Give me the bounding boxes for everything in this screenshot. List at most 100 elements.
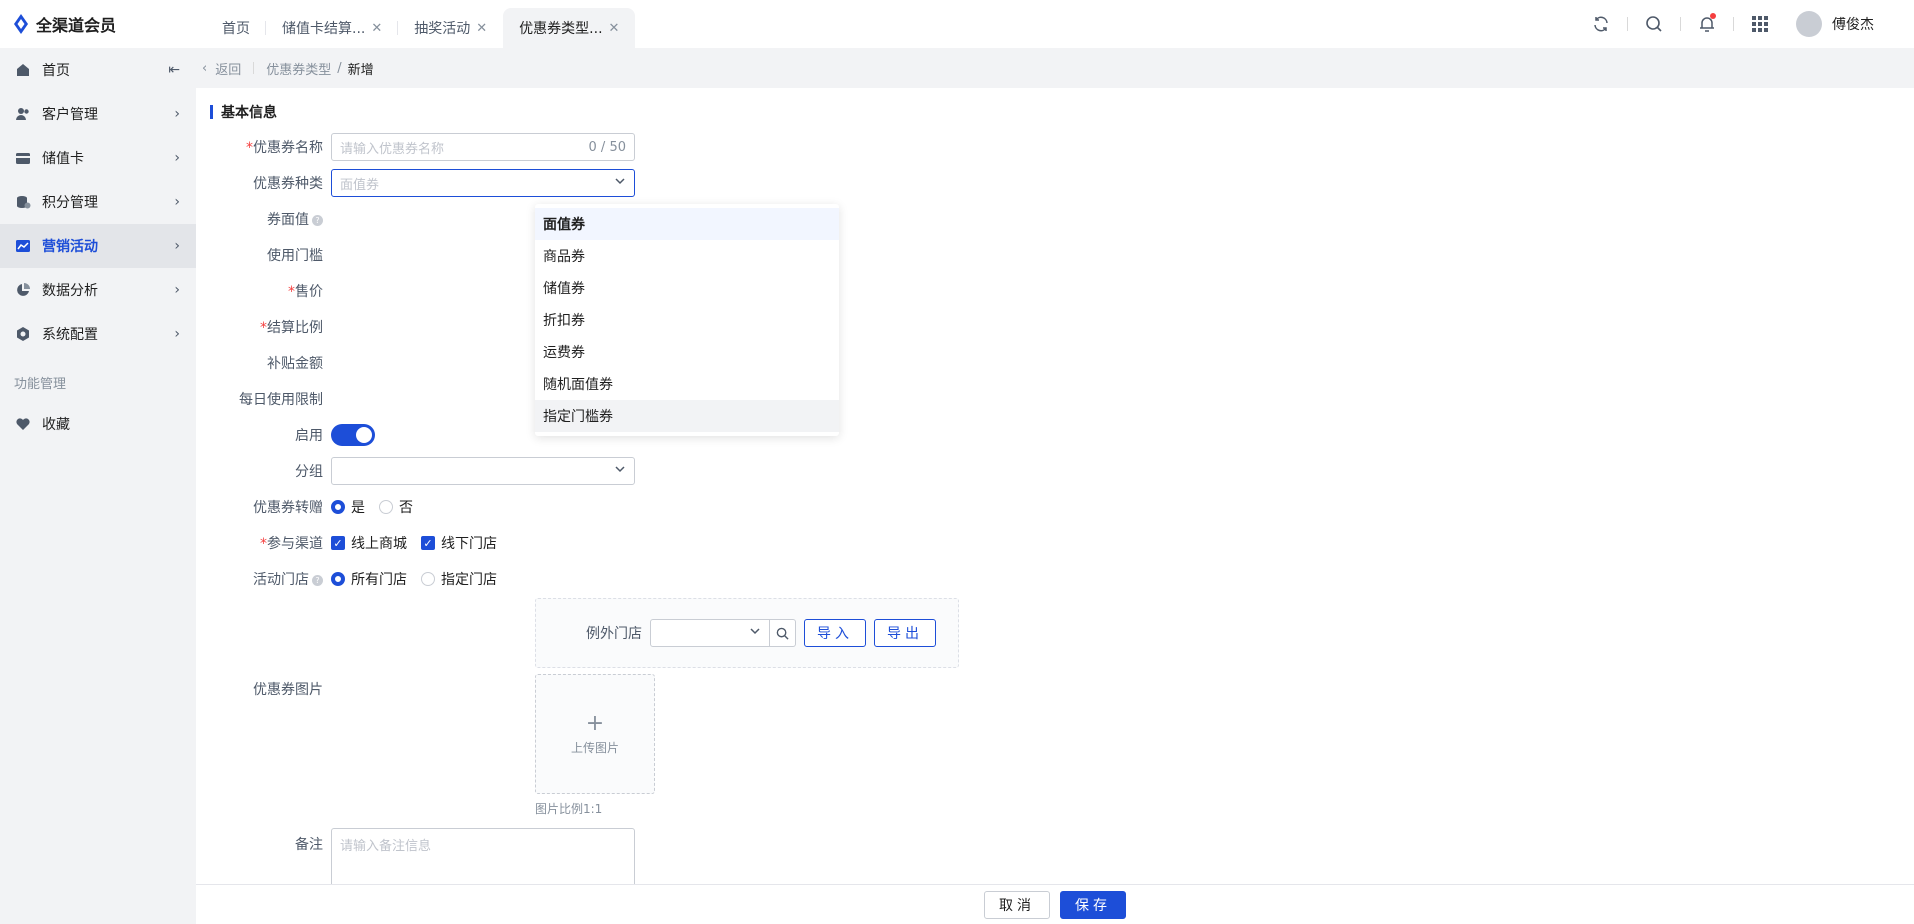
breadcrumb: ‹ 返回 优惠券类型 / 新增 <box>196 48 1914 88</box>
sidebar-item-analytics[interactable]: 数据分析 › <box>0 268 196 312</box>
sidebar-item-customers[interactable]: 客户管理 › <box>0 92 196 136</box>
breadcrumb-current: 新增 <box>347 62 374 78</box>
dropdown-option[interactable]: 运费券 <box>535 336 839 368</box>
field-label: *优惠券名称 <box>246 140 323 156</box>
bell-icon[interactable] <box>1696 13 1718 35</box>
form-row-channels: *参与渠道 ✓ 线上商城 ✓ 线下门店 <box>196 528 511 558</box>
dropdown-option[interactable]: 商品券 <box>535 240 839 272</box>
upload-text: 上传图片 <box>570 740 619 755</box>
sidebar-item-favorites[interactable]: 收藏 <box>0 402 196 446</box>
brand[interactable]: 全渠道会员 <box>0 12 200 36</box>
coupon-name-input[interactable]: 请输入优惠券名称 0 / 50 <box>331 133 635 161</box>
top-bar: 全渠道会员 首页 储值卡结算... ✕ 抽奖活动 ✕ 优惠券类型... ✕ 傅俊… <box>0 0 1914 48</box>
transfer-yes-radio[interactable]: 是 <box>331 497 365 517</box>
sidebar-item-label: 储值卡 <box>42 151 84 167</box>
pie-icon <box>14 281 32 299</box>
avatar[interactable] <box>1796 11 1822 37</box>
search-icon[interactable] <box>770 619 796 647</box>
form-row-remark: 备注 请输入备注信息 <box>196 828 635 884</box>
sidebar-item-marketing[interactable]: 营销活动 › <box>0 224 196 268</box>
footer-actions: 取消 保存 <box>196 884 1914 924</box>
breadcrumb-parent[interactable]: 优惠券类型 <box>266 59 331 78</box>
form-row-stores: 活动门店? 所有门店 指定门店 <box>196 564 511 594</box>
group-select[interactable] <box>331 457 635 485</box>
back-link[interactable]: 返回 <box>215 59 241 78</box>
store-specific-radio[interactable]: 指定门店 <box>421 569 497 589</box>
dropdown-option[interactable]: 折扣券 <box>535 304 839 336</box>
plus-icon: + <box>585 710 605 736</box>
tab-card-settlement[interactable]: 储值卡结算... ✕ <box>266 8 399 48</box>
char-count: 0 / 50 <box>588 139 626 155</box>
sidebar-item-label: 积分管理 <box>42 195 98 211</box>
chevron-right-icon: › <box>174 238 180 254</box>
form-row-subsidy: 补贴金额 <box>196 348 331 378</box>
tab-home[interactable]: 首页 <box>206 8 266 48</box>
import-button[interactable]: 导入 <box>804 619 866 647</box>
tab-label: 首页 <box>222 21 250 37</box>
sidebar-item-system[interactable]: 系统配置 › <box>0 312 196 356</box>
except-store-select[interactable] <box>650 619 770 647</box>
sidebar-item-label: 系统配置 <box>42 327 98 343</box>
chevron-down-icon <box>614 463 626 479</box>
close-icon[interactable]: ✕ <box>476 21 487 36</box>
form-row-daily-limit: 每日使用限制 <box>196 384 331 414</box>
chevron-left-icon[interactable]: ‹ <box>202 61 207 76</box>
chevron-right-icon: › <box>174 150 180 166</box>
tab-bar: 首页 储值卡结算... ✕ 抽奖活动 ✕ 优惠券类型... ✕ <box>206 0 636 48</box>
transfer-no-radio[interactable]: 否 <box>379 497 413 517</box>
tab-label: 储值卡结算... <box>282 21 366 37</box>
search-icon[interactable] <box>1643 13 1665 35</box>
save-button[interactable]: 保存 <box>1060 890 1126 919</box>
refresh-icon[interactable] <box>1590 13 1612 35</box>
dropdown-option[interactable]: 面值券 <box>535 208 839 240</box>
sidebar: 首页 ⇤ 客户管理 › 储值卡 › 积分管理 › 营销活动 › 数据分析 › 系… <box>0 48 196 924</box>
sidebar-item-stored-card[interactable]: 储值卡 › <box>0 136 196 180</box>
close-icon[interactable]: ✕ <box>371 21 382 36</box>
form-row-settle-ratio: *结算比例 <box>196 312 331 342</box>
apps-grid-icon[interactable] <box>1749 13 1771 35</box>
form-row-price: *售价 <box>196 276 331 306</box>
dropdown-option[interactable]: 储值券 <box>535 272 839 304</box>
logo-icon <box>14 14 28 34</box>
help-icon[interactable]: ? <box>312 574 323 586</box>
field-label: 使用门槛 <box>267 248 323 264</box>
enable-toggle[interactable] <box>331 424 375 446</box>
sidebar-item-home[interactable]: 首页 ⇤ <box>0 48 196 92</box>
channel-online-checkbox[interactable]: ✓ 线上商城 <box>331 533 407 553</box>
cancel-button[interactable]: 取消 <box>984 890 1050 919</box>
close-icon[interactable]: ✕ <box>609 21 620 36</box>
form-row-transfer: 优惠券转赠 是 否 <box>196 492 427 522</box>
channel-offline-checkbox[interactable]: ✓ 线下门店 <box>421 533 497 553</box>
chevron-right-icon: › <box>174 194 180 210</box>
store-all-radio[interactable]: 所有门店 <box>331 569 407 589</box>
export-button[interactable]: 导出 <box>874 619 936 647</box>
help-icon[interactable]: ? <box>312 214 323 226</box>
chevron-right-icon: › <box>174 282 180 298</box>
field-label: 优惠券图片 <box>253 682 323 698</box>
dropdown-option[interactable]: 指定门槛券 <box>535 400 839 432</box>
username[interactable]: 傅俊杰 <box>1832 14 1874 34</box>
dropdown-option[interactable]: 随机面值券 <box>535 368 839 400</box>
form-row-image: 优惠券图片 <box>196 674 331 704</box>
coupon-type-select[interactable]: 面值券 <box>331 169 635 197</box>
chart-icon <box>14 237 32 255</box>
form-row-name: *优惠券名称 请输入优惠券名称 0 / 50 <box>196 132 635 162</box>
image-hint: 图片比例1:1 <box>535 802 603 816</box>
chevron-down-icon <box>749 625 761 641</box>
main-content: 基本信息 *优惠券名称 请输入优惠券名称 0 / 50 优惠券种类 面值券 券面… <box>196 88 1914 884</box>
home-icon <box>14 61 32 79</box>
tab-lottery[interactable]: 抽奖活动 ✕ <box>398 8 503 48</box>
collapse-sidebar-icon[interactable]: ⇤ <box>168 62 180 78</box>
remark-textarea[interactable]: 请输入备注信息 <box>331 828 635 884</box>
coins-icon <box>14 193 32 211</box>
field-label: 每日使用限制 <box>239 392 323 408</box>
chevron-right-icon: › <box>174 326 180 342</box>
tab-coupon-type[interactable]: 优惠券类型... ✕ <box>503 8 636 48</box>
field-label: 补贴金额 <box>267 356 323 372</box>
card-icon <box>14 149 32 167</box>
sidebar-section-title: 功能管理 <box>14 376 67 392</box>
image-upload[interactable]: + 上传图片 <box>535 674 655 794</box>
except-store-panel: 例外门店 导入 导出 <box>535 598 959 668</box>
sidebar-item-points[interactable]: 积分管理 › <box>0 180 196 224</box>
users-icon <box>14 105 32 123</box>
